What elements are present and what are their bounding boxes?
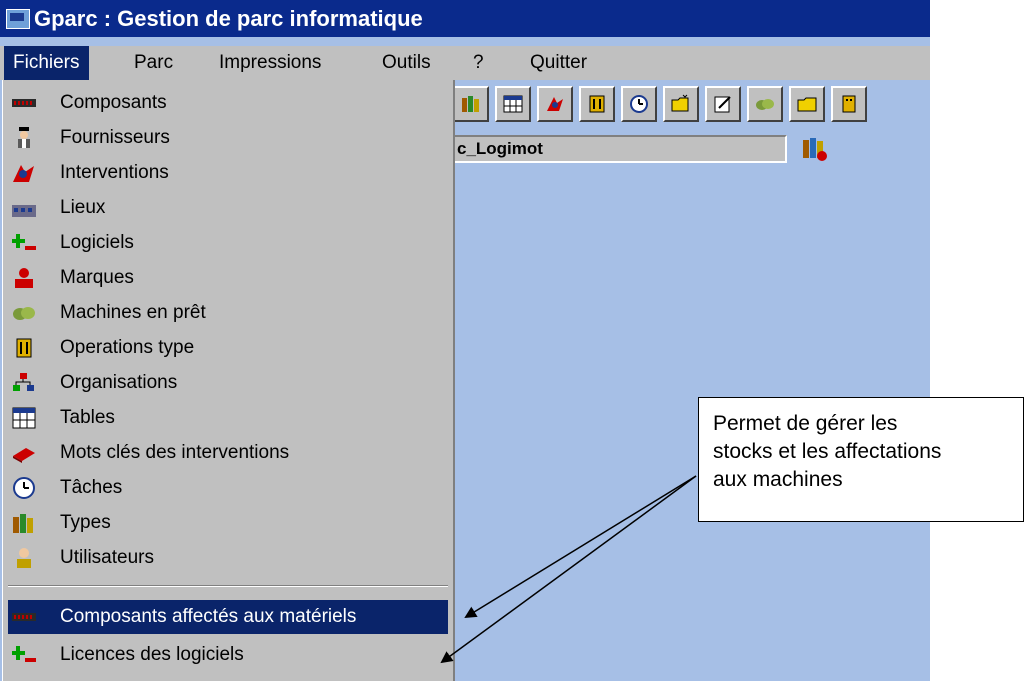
arrow-to-licences-logiciels (440, 475, 697, 664)
callout-arrows (440, 475, 697, 664)
arrow-to-composants-affectes (464, 475, 697, 619)
